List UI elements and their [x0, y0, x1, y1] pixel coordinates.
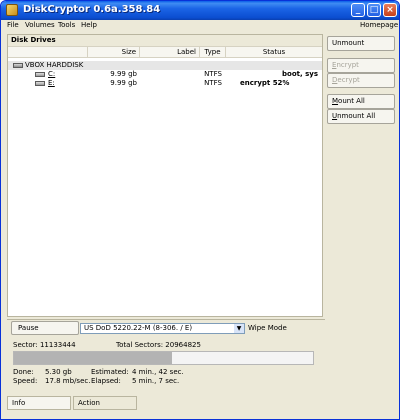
column-type[interactable]: Type [200, 47, 226, 58]
unmount-button[interactable]: Unmount [327, 36, 395, 51]
bottom-tabs: Info Action [7, 396, 325, 410]
volume-type: NTFS [204, 79, 222, 87]
volume-icon [35, 72, 45, 77]
menu-help[interactable]: Help [81, 21, 97, 29]
volume-status: encrypt 52% [240, 79, 290, 87]
wipe-mode-select[interactable]: US DoD 5220.22-M (8-306. / E) ▼ [80, 323, 245, 334]
disk-drives-panel: Disk Drives Size Label Type Status VBOX … [7, 34, 323, 317]
app-window: DiskCryptor 0.6a.358.84 _ □ × File Volum… [0, 0, 400, 420]
mount-all-button[interactable]: Mount All [327, 94, 395, 109]
progress-bar-fill [14, 352, 173, 364]
pause-button[interactable]: Pause [11, 321, 79, 335]
column-status[interactable]: Status [226, 47, 322, 58]
elapsed-label: Elapsed: [91, 377, 121, 385]
volume-status: boot, sys [282, 70, 318, 78]
encrypt-button[interactable]: Encrypt [327, 58, 395, 73]
volume-size: 9.99 gb [110, 70, 137, 78]
column-label[interactable]: Label [140, 47, 200, 58]
unmount-label: Unmount [332, 39, 365, 47]
maximize-icon[interactable]: □ [367, 3, 381, 17]
estimated-label: Estimated: [91, 368, 129, 376]
volume-row[interactable]: C: 9.99 gb NTFS boot, sys [8, 70, 322, 79]
volume-row[interactable]: E: 9.99 gb NTFS encrypt 52% [8, 79, 322, 88]
done-value: 5.30 gb [45, 368, 72, 376]
mount-all-label: ount All [338, 97, 365, 105]
menu-tools[interactable]: Tools [58, 21, 75, 29]
decrypt-label: ecrypt [337, 76, 360, 84]
menu-homepage[interactable]: Homepage [360, 21, 398, 29]
tab-info[interactable]: Info [7, 396, 71, 410]
total-sectors-readout: Total Sectors: 20964825 [116, 341, 201, 349]
wipe-mode-label: Wipe Mode [248, 324, 287, 332]
title-bar[interactable]: DiskCryptor 0.6a.358.84 _ □ × [1, 1, 399, 20]
speed-value: 17.8 mb/sec. [45, 377, 91, 385]
menu-volumes[interactable]: Volumes [25, 21, 55, 29]
minimize-icon[interactable]: _ [351, 3, 365, 17]
volume-name: C: [48, 70, 56, 78]
tab-action[interactable]: Action [73, 396, 137, 410]
decrypt-button[interactable]: Decrypt [327, 73, 395, 88]
menu-bar: File Volumes Tools Help Homepage [1, 20, 399, 32]
unmount-all-label: nmount All [337, 112, 376, 120]
disk-row[interactable]: VBOX HARDDISK [8, 61, 322, 70]
window-title: DiskCryptor 0.6a.358.84 [23, 4, 161, 15]
column-size[interactable]: Size [88, 47, 140, 58]
column-device[interactable] [8, 47, 88, 58]
volume-type: NTFS [204, 70, 222, 78]
wipe-mode-value: US DoD 5220.22-M (8-306. / E) [84, 324, 193, 332]
panel-caption: Disk Drives [8, 35, 322, 46]
unmount-all-button[interactable]: Unmount All [327, 109, 395, 124]
volume-size: 9.99 gb [110, 79, 137, 87]
estimated-value: 4 min., 42 sec. [132, 368, 184, 376]
elapsed-value: 5 min., 7 sec. [132, 377, 180, 385]
menu-file[interactable]: File [7, 21, 19, 29]
column-header: Size Label Type Status [8, 46, 322, 58]
progress-panel: Pause US DoD 5220.22-M (8-306. / E) ▼ Wi… [7, 319, 325, 391]
done-label: Done: [13, 368, 34, 376]
disk-name: VBOX HARDDISK [25, 61, 84, 69]
app-icon [6, 4, 18, 16]
sector-readout: Sector: 11133444 [13, 341, 76, 349]
volume-icon [35, 81, 45, 86]
hard-disk-icon [13, 63, 23, 68]
volume-name: E: [48, 79, 55, 87]
close-icon[interactable]: × [383, 3, 397, 17]
speed-label: Speed: [13, 377, 38, 385]
progress-bar [13, 351, 314, 365]
encrypt-label: ncrypt [336, 61, 359, 69]
chevron-down-icon[interactable]: ▼ [234, 324, 244, 333]
